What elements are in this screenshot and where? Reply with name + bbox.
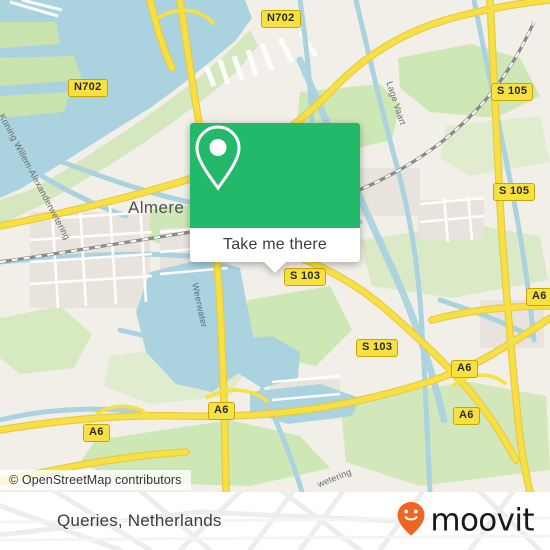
road-shield-a6-left: A6: [83, 424, 110, 442]
destination-popup[interactable]: Take me there: [190, 123, 360, 273]
take-me-there-label: Take me there: [223, 236, 327, 253]
take-me-there-button[interactable]: Take me there: [190, 228, 360, 262]
map-label-city: Almere: [128, 198, 185, 217]
osm-attribution-text: © OpenStreetMap contributors: [9, 473, 182, 487]
popup-header: [190, 123, 360, 228]
road-shield-a6-right-lower: A6: [453, 407, 480, 425]
query-title: Queries, Netherlands: [57, 511, 222, 530]
road-shield-s103-upper: S 103: [284, 268, 327, 286]
moovit-logo[interactable]: moovit: [396, 501, 535, 542]
road-shield-s105-lower: S 105: [493, 183, 536, 201]
road-shield-s105-upper: S 105: [491, 83, 534, 101]
bottom-bar: Queries, Netherlands moovit: [0, 492, 550, 550]
road-shield-n702-left: N702: [68, 79, 108, 97]
popup-pointer: [264, 262, 286, 273]
moovit-wordmark: moovit: [430, 502, 534, 539]
road-shield-a6-center: A6: [208, 402, 235, 420]
road-shield-a6-right-mid: A6: [451, 360, 478, 378]
moovit-map-screen: Almere Koning Willem-Alexanderwetering L…: [0, 0, 550, 550]
osm-attribution[interactable]: © OpenStreetMap contributors: [0, 470, 191, 490]
road-shield-a6-right-upper: A6: [526, 288, 550, 306]
road-shield-n702-top: N702: [261, 10, 301, 28]
road-shield-s103-lower: S 103: [356, 339, 399, 357]
map-canvas[interactable]: Almere Koning Willem-Alexanderwetering L…: [0, 0, 550, 492]
moovit-pin-smiley-icon: [396, 501, 426, 542]
